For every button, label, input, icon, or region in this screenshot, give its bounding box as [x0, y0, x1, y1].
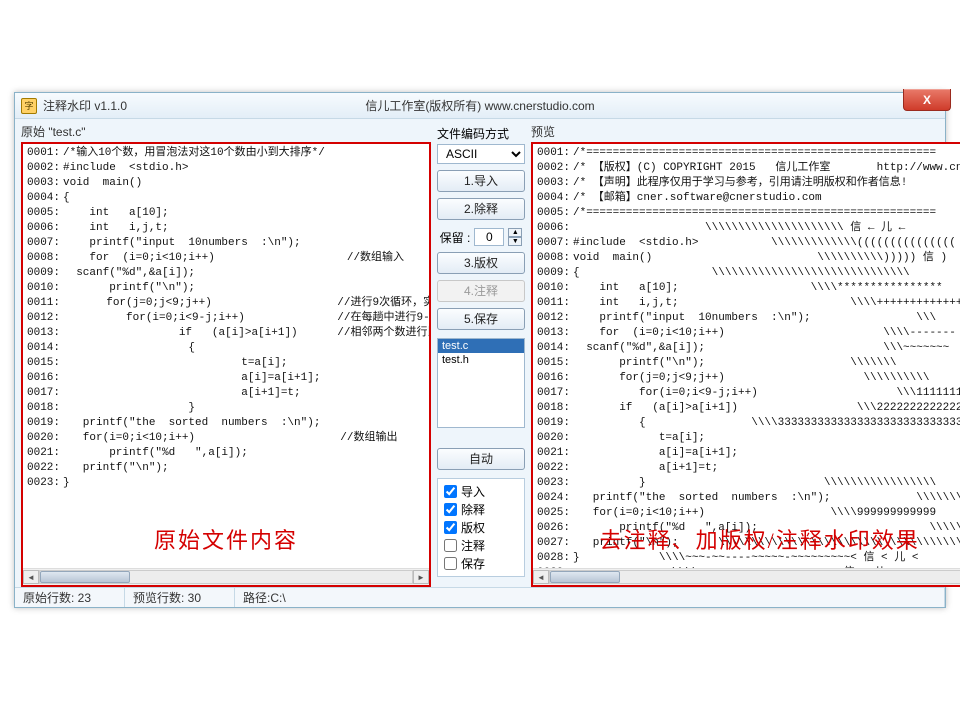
preview-hscroll[interactable]: ◄ ► — [533, 568, 960, 585]
code-line: 0004:/* 【邮箱】cner.software@cnerstudio.com — [537, 191, 960, 206]
code-line: 0008:void main() \\\\\\\\\\))))) 信 ) — [537, 251, 960, 266]
auto-button[interactable]: 自动 — [437, 448, 525, 470]
code-line: 0014: scanf("%d",&a[i]); \\\~~~~~~~ — [537, 341, 960, 356]
code-line: 0020: t=a[i]; — [537, 431, 960, 446]
check-import-label: 导入 — [461, 483, 485, 500]
preview-code-panel: 0001:/*=================================… — [531, 142, 960, 587]
status-path: 路径:C:\ — [235, 588, 945, 607]
code-line: 0003:void main() — [27, 176, 425, 191]
code-line: 0002:#include <stdio.h> — [27, 161, 425, 176]
app-icon: 字 — [21, 98, 37, 114]
encoding-label: 文件编码方式 — [437, 125, 525, 142]
code-line: 0015: printf("\n"); \\\\\\\ — [537, 356, 960, 371]
code-line: 0008: for (i=0;i<10;i++) //数组输入 — [27, 251, 425, 266]
code-line: 0017: a[i+1]=t; — [27, 386, 425, 401]
save-button[interactable]: 5.保存 — [437, 308, 525, 330]
code-line: 0016: for(j=0;j<9;j++) \\\\\\\\\\ — [537, 371, 960, 386]
code-line: 0026: printf("%d ",a[i]); \\\\\\\\ — [537, 521, 960, 536]
code-line: 0006: int i,j,t; — [27, 221, 425, 236]
preview-code-area[interactable]: 0001:/*=================================… — [533, 144, 960, 568]
code-line: 0019: { \\\\3333333333333333333333333333 — [537, 416, 960, 431]
code-line: 0011: for(j=0;j<9;j++) //进行9次循环，实 — [27, 296, 425, 311]
scroll-right-icon[interactable]: ► — [413, 570, 429, 584]
code-line: 0013: for (i=0;i<10;i++) \\\\------- — [537, 326, 960, 341]
code-line: 0019: printf("the sorted numbers :\n"); — [27, 416, 425, 431]
code-line: 0015: t=a[i]; — [27, 356, 425, 371]
code-line: 0009:{ \\\\\\\\\\\\\\\\\\\\\\\\\\\\\\ — [537, 266, 960, 281]
code-line: 0023: } \\\\\\\\\\\\\\\\\ — [537, 476, 960, 491]
file-list[interactable]: test.ctest.h — [437, 338, 525, 428]
code-line: 0001:/*=================================… — [537, 146, 960, 161]
code-line: 0021: printf("%d ",a[i]); — [27, 446, 425, 461]
code-line: 0014: { — [27, 341, 425, 356]
window-title: 注释水印 v1.1.0 — [43, 97, 127, 114]
original-code-area[interactable]: 0001:/*输入10个数，用冒泡法对这10个数由小到大排序*/0002:#in… — [23, 144, 429, 568]
code-line: 0001:/*输入10个数，用冒泡法对这10个数由小到大排序*/ — [27, 146, 425, 161]
status-preview-lines: 预览行数: 30 — [125, 588, 235, 607]
scroll-left-icon[interactable]: ◄ — [23, 570, 39, 584]
original-hscroll[interactable]: ◄ ► — [23, 568, 429, 585]
code-line: 0022: printf("\n"); — [27, 461, 425, 476]
code-line: 0018: if (a[i]>a[i+1]) \\\2222222222222 — [537, 401, 960, 416]
code-line: 0006: \\\\\\\\\\\\\\\\\\\\\ 信 ← 儿 ← — [537, 221, 960, 236]
original-code-panel: 0001:/*输入10个数，用冒泡法对这10个数由小到大排序*/0002:#in… — [21, 142, 431, 587]
code-line: 0025: for(i=0;i<10;i++) \\\\999999999999 — [537, 506, 960, 521]
code-line: 0021: a[i]=a[i+1]; — [537, 446, 960, 461]
code-line: 0023:} — [27, 476, 425, 491]
keep-step-up[interactable]: ▲ — [508, 228, 522, 237]
check-import[interactable] — [444, 485, 457, 498]
copyright-button[interactable]: 3.版权 — [437, 252, 525, 274]
comment-button[interactable]: 4.注释 — [437, 280, 525, 302]
code-line: 0005:/*=================================… — [537, 206, 960, 221]
close-button[interactable]: X — [903, 89, 951, 111]
original-panel-label: 原始 "test.c" — [21, 123, 431, 140]
file-list-item[interactable]: test.h — [438, 353, 524, 367]
code-line: 0020: for(i=0;i<10;i++) //数组输出 — [27, 431, 425, 446]
preview-panel-label: 预览 — [531, 123, 960, 140]
import-button[interactable]: 1.导入 — [437, 170, 525, 192]
code-line: 0007:#include <stdio.h> \\\\\\\\\\\\\(((… — [537, 236, 960, 251]
keep-input[interactable] — [474, 228, 504, 246]
code-line: 0010: printf("\n"); — [27, 281, 425, 296]
keep-step-down[interactable]: ▼ — [508, 237, 522, 246]
check-comment-label: 注释 — [461, 537, 485, 554]
code-line: 0010: int a[10]; \\\\**************** — [537, 281, 960, 296]
code-line: 0005: int a[10]; — [27, 206, 425, 221]
code-line: 0003:/* 【声明】此程序仅用于学习与参考，引用请注明版权和作者信息! — [537, 176, 960, 191]
code-line: 0002:/* 【版权】(C) COPYRIGHT 2015 信儿工作室 htt… — [537, 161, 960, 176]
strip-button[interactable]: 2.除释 — [437, 198, 525, 220]
titlebar-center-text: 信儿工作室(版权所有) www.cnerstudio.com — [15, 97, 945, 114]
titlebar[interactable]: 字 注释水印 v1.1.0 信儿工作室(版权所有) www.cnerstudio… — [15, 93, 945, 119]
code-line: 0022: a[i+1]=t; — [537, 461, 960, 476]
code-line: 0013: if (a[i]>a[i+1]) //相邻两个数进行比 — [27, 326, 425, 341]
code-line: 0007: printf("input 10numbers :\n"); — [27, 236, 425, 251]
keep-label: 保留 : — [440, 229, 471, 246]
code-line: 0027: printf("\n"); \\\\\\\\\\\\\\\\\\\\… — [537, 536, 960, 551]
auto-options: 导入 除释 版权 注释 保存 — [437, 478, 525, 577]
code-line: 0016: a[i]=a[i+1]; — [27, 371, 425, 386]
code-line: 0028:} \\\\~~~-~~----~~~~~-~~~~~~~~~< 信 … — [537, 551, 960, 566]
code-line: 0018: } — [27, 401, 425, 416]
check-copyright-label: 版权 — [461, 519, 485, 536]
scroll-left-icon[interactable]: ◄ — [533, 570, 549, 584]
check-copyright[interactable] — [444, 521, 457, 534]
code-line: 0012: printf("input 10numbers :\n"); \\\ — [537, 311, 960, 326]
app-window: 字 注释水印 v1.1.0 信儿工作室(版权所有) www.cnerstudio… — [14, 92, 946, 608]
code-line: 0004:{ — [27, 191, 425, 206]
check-save[interactable] — [444, 557, 457, 570]
check-strip-label: 除释 — [461, 501, 485, 518]
code-line: 0009: scanf("%d",&a[i]); — [27, 266, 425, 281]
code-line: 0024: printf("the sorted numbers :\n"); … — [537, 491, 960, 506]
code-line: 0012: for(i=0;i<9-j;i++) //在每趟中进行9-j — [27, 311, 425, 326]
check-strip[interactable] — [444, 503, 457, 516]
statusbar: 原始行数: 23 预览行数: 30 路径:C:\ — [15, 587, 945, 607]
code-line: 0011: int i,j,t; \\\\++++++++++++++ — [537, 296, 960, 311]
check-save-label: 保存 — [461, 555, 485, 572]
status-orig-lines: 原始行数: 23 — [15, 588, 125, 607]
file-list-item[interactable]: test.c — [438, 339, 524, 353]
encoding-select[interactable]: ASCII — [437, 144, 525, 164]
check-comment[interactable] — [444, 539, 457, 552]
code-line: 0017: for(i=0;i<9-j;i++) \\\11111111 — [537, 386, 960, 401]
